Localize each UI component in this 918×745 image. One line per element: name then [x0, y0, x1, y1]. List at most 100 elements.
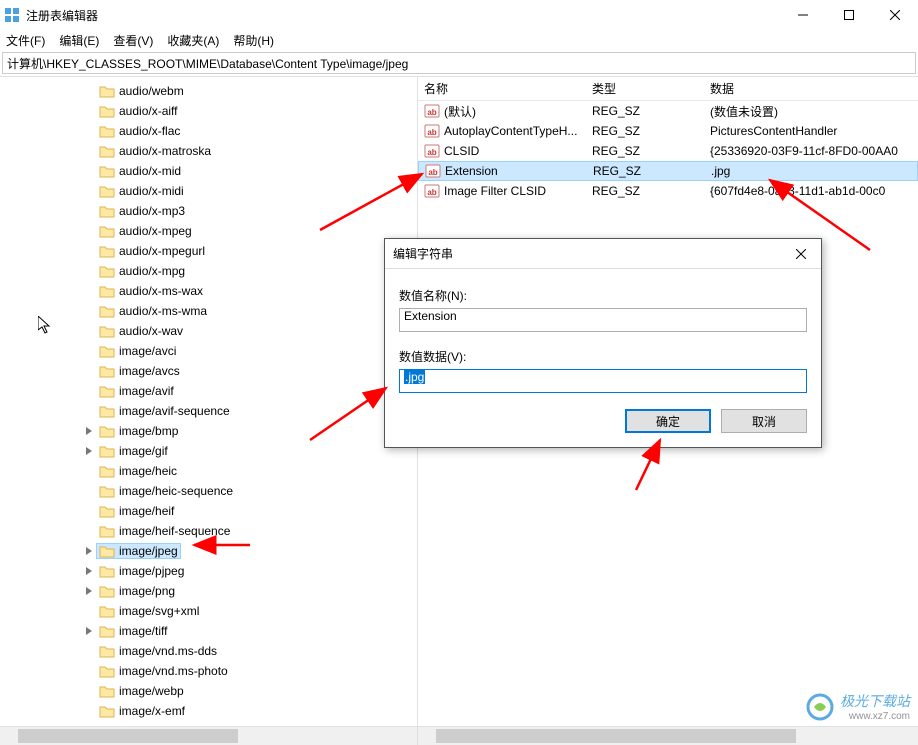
address-bar[interactable]: 计算机\HKEY_CLASSES_ROOT\MIME\Database\Cont…: [2, 52, 916, 74]
expand-icon[interactable]: [82, 544, 96, 558]
folder-icon: [99, 724, 115, 726]
value-name-input[interactable]: Extension: [399, 308, 807, 332]
folder-icon: [99, 424, 115, 438]
list-row[interactable]: ab(默认)REG_SZ(数值未设置): [418, 101, 918, 121]
tree-label: image/gif: [119, 444, 168, 458]
folder-icon: [99, 704, 115, 718]
tree-item[interactable]: audio/x-aiff: [0, 101, 417, 121]
tree-item[interactable]: image/png: [0, 581, 417, 601]
tree-item[interactable]: image/avcs: [0, 361, 417, 381]
tree-item[interactable]: image/webp: [0, 681, 417, 701]
list-row[interactable]: abCLSIDREG_SZ{25336920-03F9-11cf-8FD0-00…: [418, 141, 918, 161]
tree-item[interactable]: image/gif: [0, 441, 417, 461]
tree-item[interactable]: image/tiff: [0, 621, 417, 641]
menu-file[interactable]: 文件(F): [6, 32, 45, 49]
tree-label: audio/webm: [119, 84, 184, 98]
menu-help[interactable]: 帮助(H): [233, 32, 274, 49]
tree-label: image/jpeg: [119, 544, 178, 558]
tree-item[interactable]: image/heif: [0, 501, 417, 521]
tree-item[interactable]: image/heic-sequence: [0, 481, 417, 501]
maximize-button[interactable]: [826, 0, 872, 30]
column-type[interactable]: 类型: [586, 80, 704, 97]
expand-icon[interactable]: [82, 564, 96, 578]
list-row[interactable]: abExtensionREG_SZ.jpg: [418, 161, 918, 181]
menu-bar: 文件(F) 编辑(E) 查看(V) 收藏夹(A) 帮助(H): [0, 30, 918, 50]
expand-spacer: [82, 144, 96, 158]
tree-item[interactable]: image/avci: [0, 341, 417, 361]
column-data[interactable]: 数据: [704, 80, 918, 97]
tree-item[interactable]: audio/x-wav: [0, 321, 417, 341]
list-scrollbar-h[interactable]: [418, 727, 918, 745]
column-name[interactable]: 名称: [418, 80, 586, 97]
cancel-button[interactable]: 取消: [721, 409, 807, 433]
value-data-input[interactable]: .jpg: [399, 369, 807, 393]
tree-item[interactable]: audio/x-mpeg: [0, 221, 417, 241]
tree-item[interactable]: audio/x-ms-wax: [0, 281, 417, 301]
folder-icon: [99, 204, 115, 218]
expand-spacer: [82, 304, 96, 318]
expand-spacer: [82, 244, 96, 258]
close-button[interactable]: [872, 0, 918, 30]
list-row[interactable]: abImage Filter CLSIDREG_SZ{607fd4e8-0a03…: [418, 181, 918, 201]
tree-item[interactable]: audio/x-ms-wma: [0, 301, 417, 321]
tree-label: image/avci: [119, 344, 176, 358]
dialog-close-button[interactable]: [781, 239, 821, 269]
minimize-button[interactable]: [780, 0, 826, 30]
folder-icon: [99, 344, 115, 358]
tree-item[interactable]: image/bmp: [0, 421, 417, 441]
tree-item[interactable]: image/svg+xml: [0, 601, 417, 621]
title-bar: 注册表编辑器: [0, 0, 918, 30]
tree-label: audio/x-mpeg: [119, 224, 192, 238]
tree-item[interactable]: image/x-emf: [0, 701, 417, 721]
tree-item[interactable]: audio/x-mp3: [0, 201, 417, 221]
tree-label: image/heic: [119, 464, 177, 478]
menu-edit[interactable]: 编辑(E): [59, 32, 99, 49]
value-name: Image Filter CLSID: [444, 184, 546, 198]
tree-label: image/avif: [119, 384, 174, 398]
tree-item[interactable]: audio/x-mid: [0, 161, 417, 181]
tree-scrollbar-h[interactable]: [0, 727, 418, 745]
tree-label: audio/x-aiff: [119, 104, 177, 118]
tree-panel[interactable]: audio/webm audio/x-aiff audio/x-flac audio/…: [0, 77, 418, 726]
tree-item[interactable]: audio/x-flac: [0, 121, 417, 141]
tree-item[interactable]: audio/x-midi: [0, 181, 417, 201]
tree-item[interactable]: image/x-icon: [0, 721, 417, 726]
expand-icon[interactable]: [82, 584, 96, 598]
folder-icon: [99, 144, 115, 158]
expand-icon[interactable]: [82, 424, 96, 438]
tree-item[interactable]: image/avif-sequence: [0, 401, 417, 421]
tree-item[interactable]: image/avif: [0, 381, 417, 401]
tree-item[interactable]: audio/x-matroska: [0, 141, 417, 161]
tree-item[interactable]: image/vnd.ms-dds: [0, 641, 417, 661]
tree-item[interactable]: image/heic: [0, 461, 417, 481]
ok-button[interactable]: 确定: [625, 409, 711, 433]
menu-favorites[interactable]: 收藏夹(A): [167, 32, 219, 49]
tree-item[interactable]: audio/x-mpegurl: [0, 241, 417, 261]
expand-spacer: [82, 464, 96, 478]
string-icon: ab: [425, 163, 441, 179]
tree-item[interactable]: audio/webm: [0, 81, 417, 101]
tree-label: audio/x-ms-wma: [119, 304, 207, 318]
tree-item[interactable]: image/heif-sequence: [0, 521, 417, 541]
expand-spacer: [82, 504, 96, 518]
expand-spacer: [82, 204, 96, 218]
tree-label: image/x-icon: [119, 724, 187, 726]
menu-view[interactable]: 查看(V): [113, 32, 153, 49]
tree-label: image/avif-sequence: [119, 404, 230, 418]
tree-label: audio/x-ms-wax: [119, 284, 203, 298]
expand-icon[interactable]: [82, 444, 96, 458]
tree-item[interactable]: audio/x-mpg: [0, 261, 417, 281]
folder-icon: [99, 664, 115, 678]
expand-spacer: [82, 604, 96, 618]
tree-label: image/heic-sequence: [119, 484, 233, 498]
tree-label: audio/x-wav: [119, 324, 183, 338]
folder-icon: [99, 104, 115, 118]
list-row[interactable]: abAutoplayContentTypeH...REG_SZPicturesC…: [418, 121, 918, 141]
folder-icon: [99, 284, 115, 298]
folder-icon: [99, 224, 115, 238]
tree-item[interactable]: image/jpeg: [0, 541, 417, 561]
expand-icon[interactable]: [82, 624, 96, 638]
tree-item[interactable]: image/pjpeg: [0, 561, 417, 581]
tree-label: audio/x-flac: [119, 124, 180, 138]
tree-item[interactable]: image/vnd.ms-photo: [0, 661, 417, 681]
